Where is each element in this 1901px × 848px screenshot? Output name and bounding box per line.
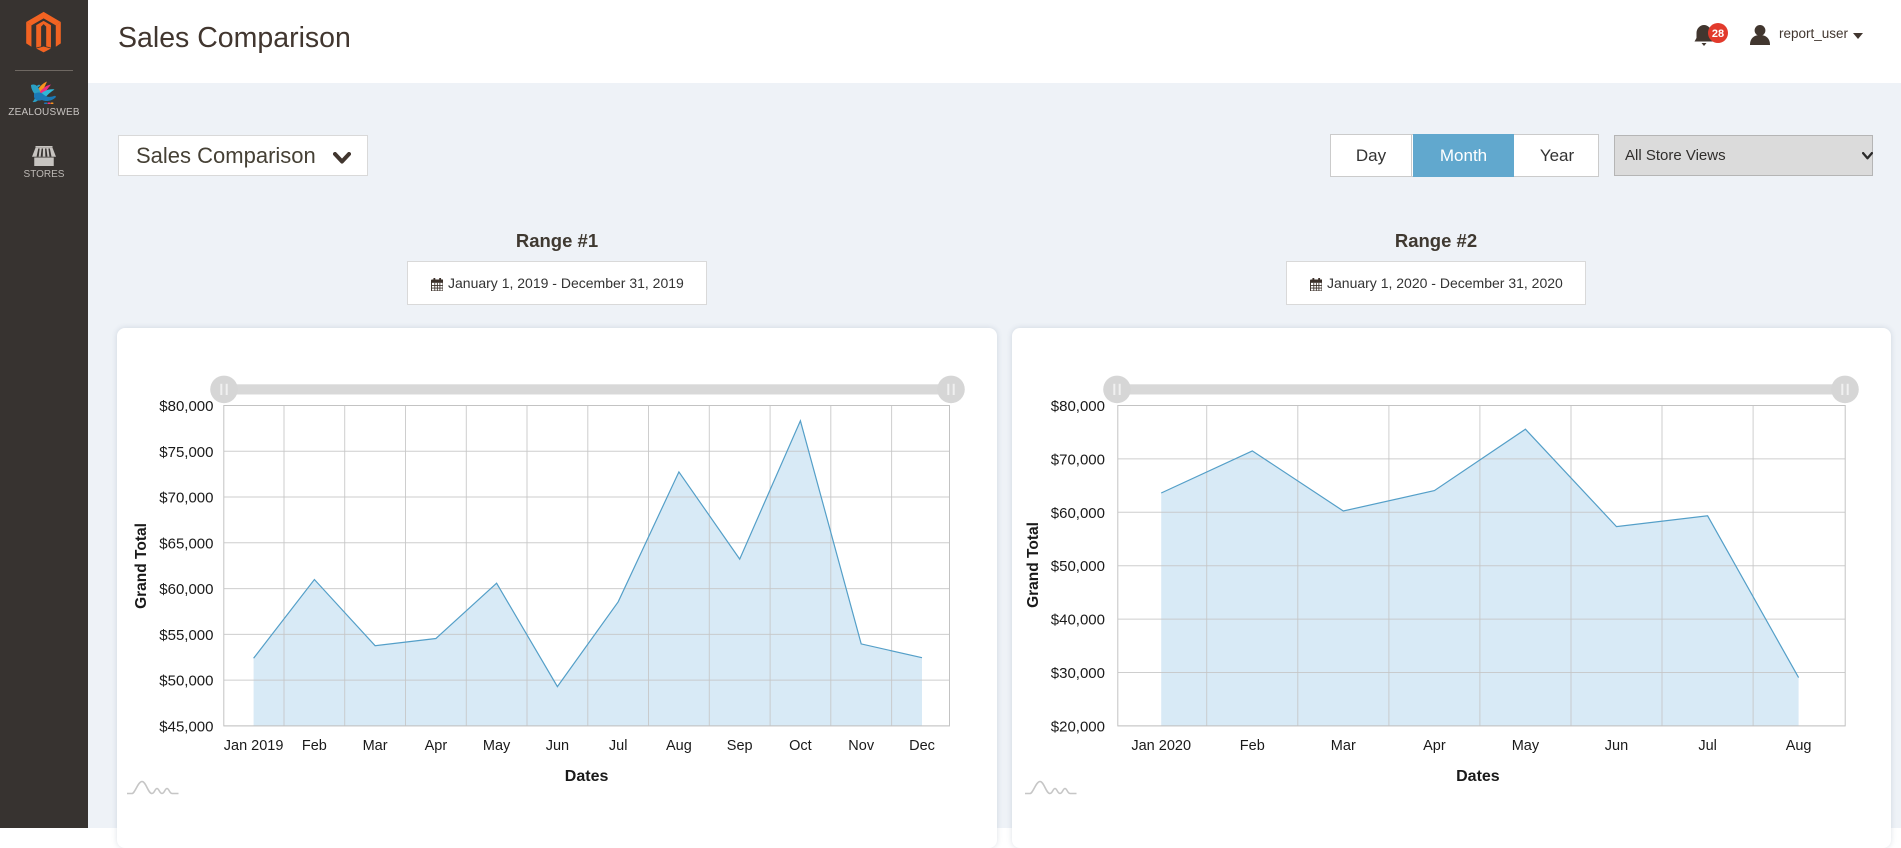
svg-text:28: 28 [1712,28,1724,40]
